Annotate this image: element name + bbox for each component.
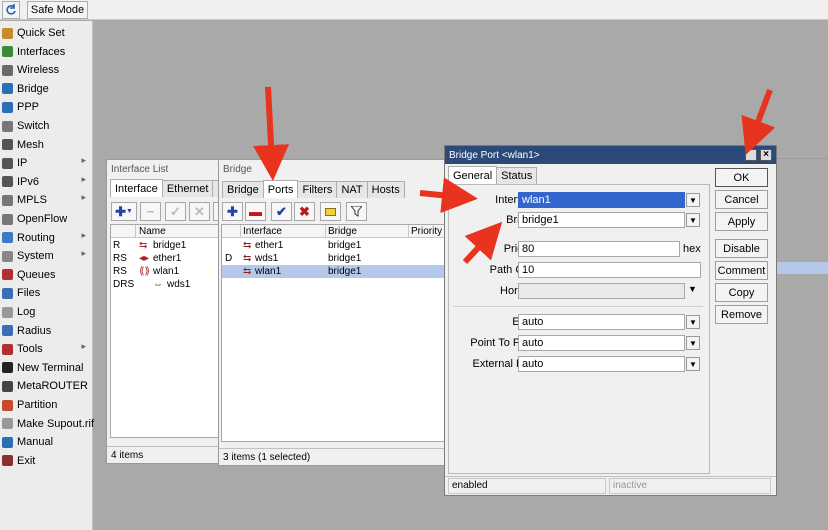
arrow-to-ports-tab-icon <box>253 86 290 181</box>
arrow-to-bridge-icon <box>462 221 503 265</box>
arrow-to-interface-icon <box>419 177 478 214</box>
annotation-arrows <box>253 86 776 265</box>
arrow-to-maximize-icon <box>741 88 776 155</box>
